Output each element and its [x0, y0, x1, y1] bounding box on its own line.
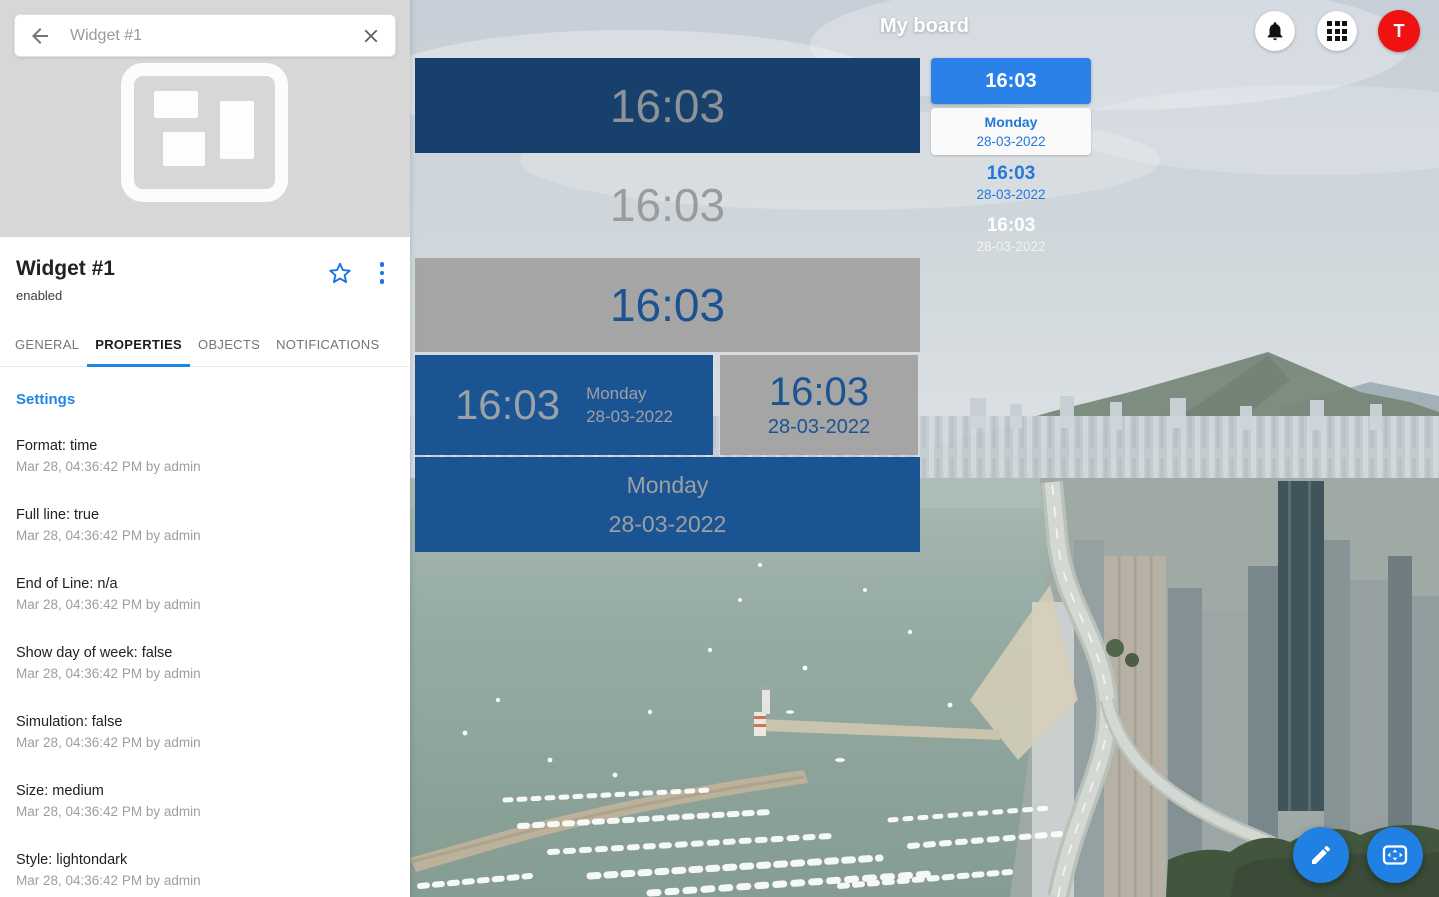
clock-day: Monday: [985, 112, 1038, 132]
setting-label: End of Line: n/a: [16, 574, 394, 594]
setting-meta: Mar 28, 04:36:42 PM by admin: [16, 870, 394, 891]
clock-date: 28-03-2022: [976, 132, 1045, 151]
widget-header: Widget #1 enabled: [0, 237, 410, 303]
edit-board-button[interactable]: [1293, 827, 1349, 883]
apps-grid-icon: [1327, 21, 1347, 41]
fit-screen-icon: [1381, 843, 1409, 867]
tab-general[interactable]: GENERAL: [7, 324, 87, 366]
clock-widget-blue-day-date[interactable]: Monday 28-03-2022: [415, 457, 920, 552]
close-icon: [360, 25, 382, 47]
back-arrow-icon: [28, 24, 52, 48]
setting-label: Show day of week: false: [16, 643, 394, 663]
app-root: Widget #1 enabled GENERAL PROPERTIES: [0, 0, 1439, 897]
setting-item-simulation[interactable]: Simulation: false Mar 28, 04:36:42 PM by…: [16, 712, 394, 753]
setting-item-show-day-of-week[interactable]: Show day of week: false Mar 28, 04:36:42…: [16, 643, 394, 684]
clock-day: Monday: [586, 382, 673, 405]
setting-label: Size: medium: [16, 781, 394, 801]
setting-meta: Mar 28, 04:36:42 PM by admin: [16, 801, 394, 822]
clock-widget-white-card[interactable]: Monday 28-03-2022: [931, 108, 1091, 155]
setting-meta: Mar 28, 04:36:42 PM by admin: [16, 525, 394, 546]
dashboard-board: My board T 16:03 16:03 16:03 16:03: [410, 0, 1439, 897]
clock-time: 16:03: [455, 381, 560, 429]
clock-day: Monday: [627, 466, 709, 505]
setting-item-format[interactable]: Format: time Mar 28, 04:36:42 PM by admi…: [16, 436, 394, 477]
user-avatar[interactable]: T: [1378, 10, 1420, 52]
setting-label: Full line: true: [16, 505, 394, 525]
clock-time: 16:03: [610, 79, 725, 133]
setting-label: Simulation: false: [16, 712, 394, 732]
avatar-initial: T: [1394, 21, 1405, 42]
clock-widget-white-text[interactable]: 16:03 28-03-2022: [931, 213, 1091, 257]
star-outline-icon: [328, 261, 352, 285]
setting-meta: Mar 28, 04:36:42 PM by admin: [16, 732, 394, 753]
clock-date: 28-03-2022: [976, 237, 1045, 256]
clock-date: 28-03-2022: [586, 405, 673, 428]
pencil-icon: [1309, 843, 1333, 867]
clock-widget-navy-bar[interactable]: 16:03: [415, 58, 920, 153]
clock-widget-transparent[interactable]: 16:03: [415, 175, 920, 235]
tab-notifications[interactable]: NOTIFICATIONS: [268, 324, 387, 366]
setting-item-style[interactable]: Style: lightondark Mar 28, 04:36:42 PM b…: [16, 850, 394, 891]
clock-widget-gray-time-date[interactable]: 16:03 28-03-2022: [720, 355, 918, 455]
clock-time: 16:03: [769, 370, 869, 414]
clock-widget-blue-chip[interactable]: 16:03: [931, 58, 1091, 104]
back-button[interactable]: [28, 24, 52, 48]
search-input[interactable]: [68, 26, 350, 46]
clock-date: 28-03-2022: [609, 505, 727, 544]
clock-time: 16:03: [987, 214, 1036, 237]
favorite-button[interactable]: [328, 261, 352, 285]
clock-time: 16:03: [987, 162, 1036, 185]
clock-widget-blue-time-day[interactable]: 16:03 Monday 28-03-2022: [415, 355, 713, 455]
widget-detail-panel: Widget #1 enabled GENERAL PROPERTIES: [0, 0, 410, 897]
setting-meta: Mar 28, 04:36:42 PM by admin: [16, 663, 394, 684]
tab-objects[interactable]: OBJECTS: [190, 324, 268, 366]
tab-properties[interactable]: PROPERTIES: [87, 324, 190, 366]
setting-meta: Mar 28, 04:36:42 PM by admin: [16, 456, 394, 477]
clock-time: 16:03: [985, 70, 1036, 93]
clock-time: 16:03: [610, 178, 725, 232]
setting-label: Style: lightondark: [16, 850, 394, 870]
widget-title: Widget #1: [16, 257, 115, 281]
setting-item-end-of-line[interactable]: End of Line: n/a Mar 28, 04:36:42 PM by …: [16, 574, 394, 615]
widget-placeholder-icon: [121, 63, 288, 202]
clock-date: 28-03-2022: [976, 185, 1045, 204]
clock-date: 28-03-2022: [768, 414, 870, 440]
widget-status: enabled: [16, 288, 115, 303]
setting-label: Format: time: [16, 436, 394, 456]
setting-meta: Mar 28, 04:36:42 PM by admin: [16, 594, 394, 615]
fullscreen-fit-button[interactable]: [1367, 827, 1423, 883]
setting-item-full-line[interactable]: Full line: true Mar 28, 04:36:42 PM by a…: [16, 505, 394, 546]
notifications-button[interactable]: [1255, 11, 1295, 51]
widget-preview-area: [0, 0, 410, 237]
more-options-button[interactable]: [370, 262, 394, 284]
clock-time: 16:03: [610, 278, 725, 332]
settings-list: Format: time Mar 28, 04:36:42 PM by admi…: [0, 436, 410, 891]
clock-widget-gray-bar[interactable]: 16:03: [415, 258, 920, 352]
setting-item-size[interactable]: Size: medium Mar 28, 04:36:42 PM by admi…: [16, 781, 394, 822]
search-bar: [14, 14, 396, 57]
apps-menu-button[interactable]: [1317, 11, 1357, 51]
detail-tabs: GENERAL PROPERTIES OBJECTS NOTIFICATIONS: [0, 324, 410, 367]
settings-heading: Settings: [16, 391, 394, 408]
clear-search-button[interactable]: [360, 25, 382, 47]
clock-widget-blue-text[interactable]: 16:03 28-03-2022: [931, 161, 1091, 205]
bell-icon: [1264, 20, 1286, 42]
kebab-icon: [370, 262, 394, 284]
